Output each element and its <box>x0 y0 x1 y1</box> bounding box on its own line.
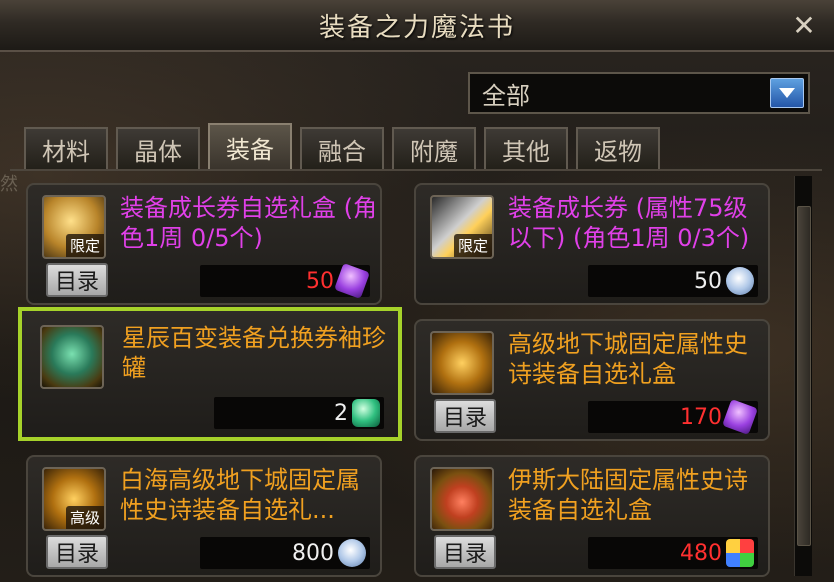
item-name: 星辰百变装备兑换券袖珍罐 <box>122 324 386 382</box>
gold-box-icon: 限定 <box>42 195 106 259</box>
price-box: 50 <box>588 265 758 297</box>
close-icon: ✕ <box>792 9 816 42</box>
category-filter-dropdown[interactable]: 全部 <box>468 72 810 114</box>
scrollbar[interactable] <box>794 176 812 576</box>
tab-label: 融合 <box>318 137 366 166</box>
item-card[interactable]: 限定 装备成长券自选礼盒 (角色1周 0/5个) 目录 50 <box>26 183 382 305</box>
purple-gem-icon <box>722 399 758 435</box>
white-gem-icon <box>338 539 366 567</box>
item-grid: 限定 装备成长券自选礼盒 (角色1周 0/5个) 目录 50 限定 装备成长券 … <box>10 169 822 582</box>
gold-chest-icon <box>430 331 494 395</box>
tab-label: 晶体 <box>134 137 182 166</box>
multi-gem-icon <box>726 539 754 567</box>
item-name: 高级地下城固定属性史诗装备自选礼盒 <box>508 330 748 388</box>
advanced-badge: 高级 <box>65 506 104 529</box>
title-bar: 装备之力魔法书 ✕ <box>0 0 834 52</box>
green-gem-icon <box>352 399 380 427</box>
limited-badge: 限定 <box>453 234 492 257</box>
dropdown-selected-value: 全部 <box>482 81 530 110</box>
item-card[interactable]: 高级地下城固定属性史诗装备自选礼盒 目录 170 <box>414 319 770 441</box>
tab-other[interactable]: 其他 <box>484 127 568 169</box>
price-value: 480 <box>680 540 722 566</box>
red-chest-icon <box>430 467 494 531</box>
white-gem-icon <box>726 267 754 295</box>
item-card-selected[interactable]: 星辰百变装备兑换券袖珍罐 2 <box>18 307 402 441</box>
tab-label: 返物 <box>594 137 642 166</box>
tab-enchant[interactable]: 附魔 <box>392 127 476 169</box>
tab-materials[interactable]: 材料 <box>24 127 108 169</box>
window-title: 装备之力魔法书 <box>318 12 515 43</box>
catalog-button[interactable]: 目录 <box>46 263 108 297</box>
item-name: 伊斯大陆固定属性史诗装备自选礼盒 <box>508 466 748 524</box>
tab-equipment[interactable]: 装备 <box>208 123 292 169</box>
price-value: 50 <box>694 268 722 294</box>
price-value: 800 <box>292 540 334 566</box>
catalog-button[interactable]: 目录 <box>46 535 108 569</box>
green-chest-icon <box>40 325 104 389</box>
tab-label: 装备 <box>226 135 274 164</box>
scrollbar-thumb[interactable] <box>797 206 811 546</box>
limited-badge: 限定 <box>65 234 104 257</box>
price-value: 2 <box>334 400 348 426</box>
price-box: 800 <box>200 537 370 569</box>
price-box: 2 <box>214 397 384 429</box>
tab-fusion[interactable]: 融合 <box>300 127 384 169</box>
catalog-button[interactable]: 目录 <box>434 535 496 569</box>
tab-label: 材料 <box>42 137 90 166</box>
tab-crystals[interactable]: 晶体 <box>116 127 200 169</box>
chevron-down-icon[interactable] <box>770 78 804 108</box>
item-card[interactable]: 限定 装备成长券 (属性75级以下) (角色1周 0/3个) 50 <box>414 183 770 305</box>
close-button[interactable]: ✕ <box>788 10 820 42</box>
price-box: 170 <box>588 399 758 435</box>
tab-label: 附魔 <box>410 137 458 166</box>
pencil-icon: 限定 <box>430 195 494 259</box>
category-tabs: 材料 晶体 装备 融合 附魔 其他 返物 <box>24 123 660 169</box>
price-value: 170 <box>680 404 722 430</box>
purple-gem-icon <box>334 263 370 299</box>
item-card[interactable]: 伊斯大陆固定属性史诗装备自选礼盒 目录 480 <box>414 455 770 577</box>
price-box: 50 <box>200 263 370 299</box>
tab-label: 其他 <box>502 137 550 166</box>
tab-return[interactable]: 返物 <box>576 127 660 169</box>
item-name: 白海高级地下城固定属性史诗装备自选礼... <box>120 466 360 524</box>
item-name: 装备成长券 (属性75级以下) (角色1周 0/3个) <box>508 194 750 252</box>
gold-chest-icon: 高级 <box>42 467 106 531</box>
catalog-button[interactable]: 目录 <box>434 399 496 433</box>
price-box: 480 <box>588 537 758 569</box>
item-name: 装备成长券自选礼盒 (角色1周 0/5个) <box>120 194 377 252</box>
price-value: 50 <box>306 268 334 294</box>
item-card[interactable]: 高级 白海高级地下城固定属性史诗装备自选礼... 目录 800 <box>26 455 382 577</box>
